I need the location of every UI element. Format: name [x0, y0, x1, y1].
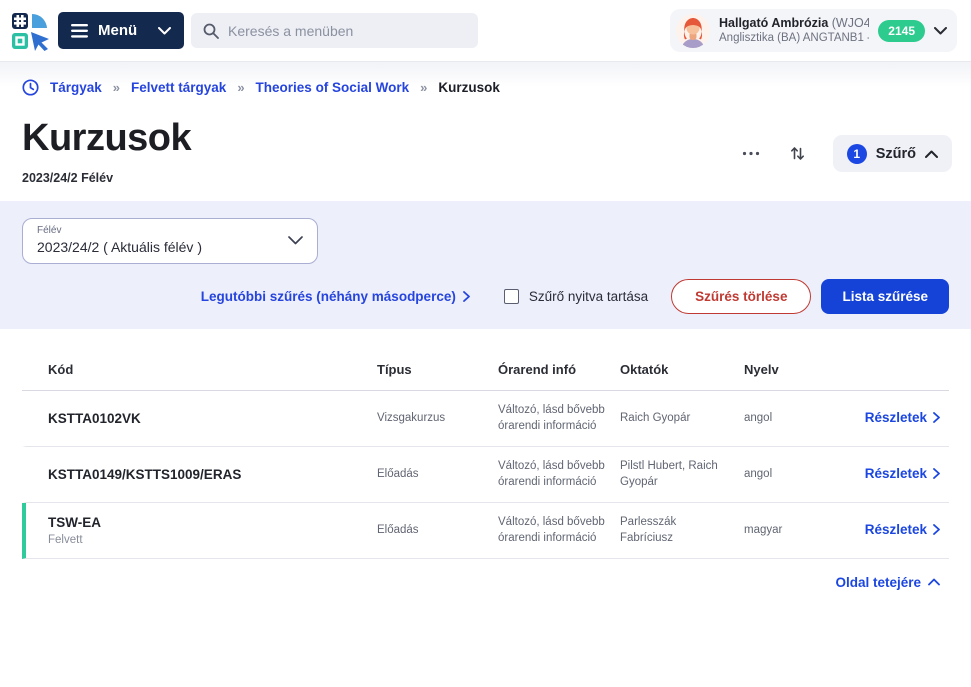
course-teachers: Parlesszák Fabríciusz	[620, 514, 744, 546]
chevron-down-icon	[934, 27, 947, 35]
breadcrumb-separator: »	[237, 80, 244, 95]
keep-filter-open-group: Szűrő nyitva tartása	[504, 289, 648, 304]
course-language: magyar	[744, 522, 840, 538]
keep-filter-open-label: Szűrő nyitva tartása	[529, 289, 648, 304]
user-neptun-code: (WJO4G3)	[832, 16, 870, 30]
breadcrumb: Tárgyak » Felvett tárgyak » Theories of …	[0, 62, 971, 104]
chevron-right-icon	[463, 291, 470, 302]
course-type: Előadás	[377, 466, 498, 482]
course-code: KSTTA0149/KSTTS1009/ERAS	[48, 467, 365, 482]
chevron-right-icon	[933, 524, 940, 535]
semester-select[interactable]: Félév 2023/24/2 ( Aktuális félév )	[22, 218, 318, 264]
column-header-schedule: Órarend infó	[498, 362, 620, 377]
notification-badge: 2145	[878, 20, 925, 42]
details-label: Részletek	[865, 410, 927, 425]
chevron-down-icon	[288, 236, 303, 245]
course-language: angol	[744, 466, 840, 482]
details-link[interactable]: Részletek	[865, 466, 940, 481]
table-row: KSTTA0102VK Vizsgakurzus Változó, lásd b…	[22, 391, 949, 447]
course-teachers: Raich Gyopár	[620, 410, 744, 426]
hamburger-icon	[71, 24, 88, 38]
search-field[interactable]	[228, 23, 466, 39]
filter-button[interactable]: 1 Szűrő	[833, 135, 952, 172]
search-input[interactable]	[191, 13, 478, 48]
column-header-code: Kód	[48, 362, 377, 377]
breadcrumb-targyak[interactable]: Tárgyak	[50, 80, 102, 95]
more-options-icon[interactable]	[740, 149, 762, 158]
column-header-teachers: Oktatók	[620, 362, 744, 377]
breadcrumb-felvett-targyak[interactable]: Felvett tárgyak	[131, 80, 226, 95]
column-header-type: Típus	[377, 362, 498, 377]
table-row: KSTTA0149/KSTTS1009/ERAS Előadás Változó…	[22, 447, 949, 503]
filter-actions: Legutóbbi szűrés (néhány másodperce) Szű…	[22, 279, 949, 314]
back-to-top-label: Oldal tetejére	[835, 575, 921, 590]
recent-filter-link[interactable]: Legutóbbi szűrés (néhány másodperce)	[201, 289, 470, 304]
breadcrumb-subject[interactable]: Theories of Social Work	[256, 80, 410, 95]
chevron-right-icon	[933, 412, 940, 423]
clear-filter-button[interactable]: Szűrés törlése	[671, 279, 811, 314]
chevron-right-icon	[933, 468, 940, 479]
breadcrumb-current: Kurzusok	[438, 80, 500, 95]
course-schedule: Változó, lásd bővebb órarendi információ	[498, 458, 620, 490]
title-block: Kurzusok 2023/24/2 Félév	[22, 118, 191, 185]
course-type: Vizsgakurzus	[377, 410, 498, 426]
recent-filter-label: Legutóbbi szűrés (néhány másodperce)	[201, 289, 456, 304]
course-schedule: Változó, lásd bővebb órarendi információ	[498, 514, 620, 546]
semester-select-label: Félév	[37, 225, 303, 236]
user-info: Hallgató Ambrózia (WJO4G3) Anglisztika (…	[719, 16, 869, 46]
title-row: Kurzusok 2023/24/2 Félév 1 Szűrő	[0, 104, 971, 185]
table-header: Kód Típus Órarend infó Oktatók Nyelv	[22, 329, 949, 391]
column-header-language: Nyelv	[744, 362, 840, 377]
user-program: Anglisztika (BA) ANGTANB1 - alapkép...	[719, 31, 869, 45]
filter-label: Szűrő	[876, 146, 916, 162]
course-code: KSTTA0102VK	[48, 411, 365, 426]
chevron-down-icon	[158, 27, 171, 35]
neptun-logo-icon	[10, 11, 50, 51]
course-status: Felvett	[48, 534, 365, 546]
details-link[interactable]: Részletek	[865, 522, 940, 537]
page-title: Kurzusok	[22, 118, 191, 160]
details-link[interactable]: Részletek	[865, 410, 940, 425]
semester-select-value: 2023/24/2 ( Aktuális félév )	[37, 239, 303, 255]
keep-filter-open-checkbox[interactable]	[504, 289, 519, 304]
search-icon	[203, 23, 219, 39]
courses-table: Kód Típus Órarend infó Oktatók Nyelv KST…	[22, 329, 949, 559]
apply-filter-button[interactable]: Lista szűrése	[821, 279, 949, 314]
back-to-top-link[interactable]: Oldal tetejére	[835, 575, 940, 590]
neptun-app: Menü Hallgató	[0, 0, 971, 687]
course-schedule: Változó, lásd bővebb órarendi információ	[498, 402, 620, 434]
menu-button[interactable]: Menü	[58, 12, 184, 49]
breadcrumb-separator: »	[113, 80, 120, 95]
chevron-up-icon	[925, 150, 938, 158]
details-label: Részletek	[865, 466, 927, 481]
course-teachers: Pilstl Hubert, Raich Gyopár	[620, 458, 744, 490]
back-to-top: Oldal tetejére	[0, 574, 940, 592]
filter-panel: Félév 2023/24/2 ( Aktuális félév ) Legut…	[0, 201, 971, 329]
title-actions: 1 Szűrő	[740, 135, 952, 172]
course-language: angol	[744, 410, 840, 426]
chevron-up-icon	[928, 578, 940, 586]
history-clock-icon	[22, 79, 39, 96]
page-subtitle: 2023/24/2 Félév	[22, 171, 191, 185]
breadcrumb-separator: »	[420, 80, 427, 95]
avatar	[676, 14, 710, 48]
menu-label: Menü	[98, 22, 137, 39]
course-code: TSW-EA	[48, 515, 365, 530]
user-menu[interactable]: Hallgató Ambrózia (WJO4G3) Anglisztika (…	[670, 9, 957, 52]
details-label: Részletek	[865, 522, 927, 537]
table-row-enrolled: TSW-EA Felvett Előadás Változó, lásd bőv…	[22, 503, 949, 559]
filter-count-badge: 1	[847, 144, 867, 164]
user-name: Hallgató Ambrózia	[719, 16, 828, 30]
course-type: Előadás	[377, 522, 498, 538]
sort-icon[interactable]	[788, 144, 807, 163]
top-header: Menü Hallgató	[0, 0, 971, 62]
